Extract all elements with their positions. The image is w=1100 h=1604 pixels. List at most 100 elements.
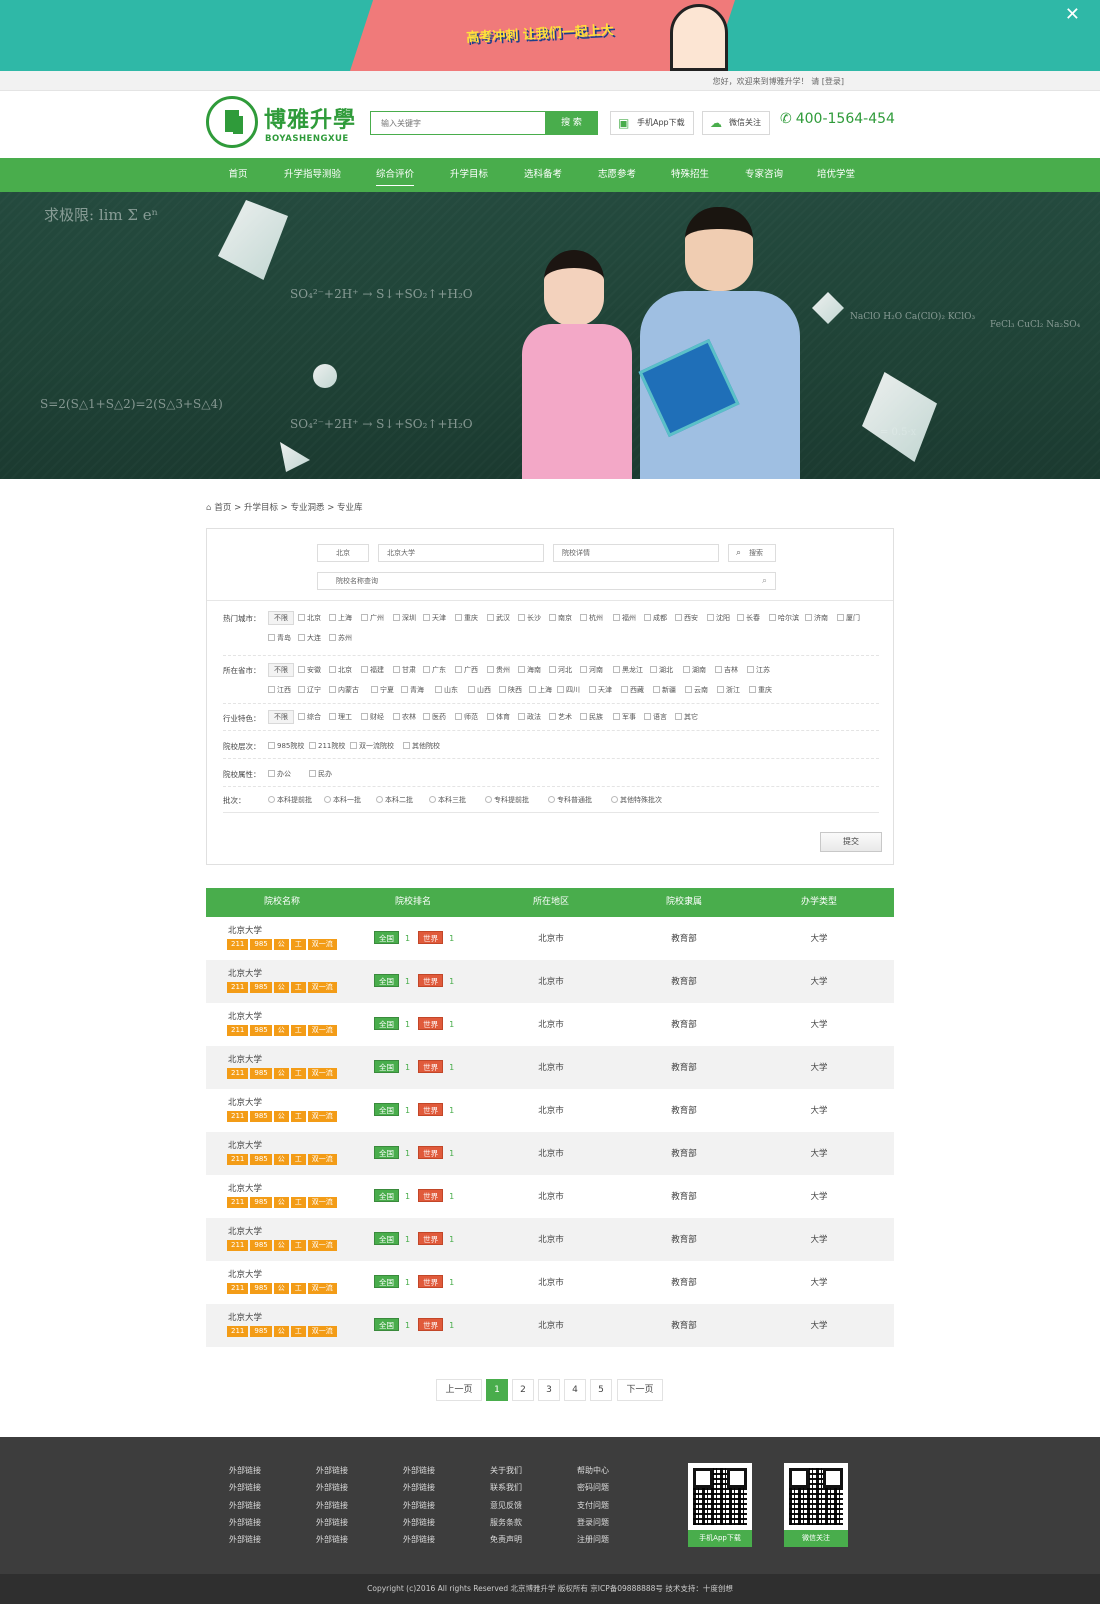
filter-search-button[interactable]: ⌕ 搜索 (728, 544, 776, 562)
province-option[interactable]: 江西 (268, 685, 291, 695)
nav-expert[interactable]: 专家咨询 (745, 158, 783, 192)
footer-link[interactable]: 免责声明 (490, 1531, 522, 1548)
province-option[interactable]: 湖北 (650, 665, 673, 675)
welcome-text[interactable]: 您好，欢迎来到博雅升学！ 请 [登录] (713, 76, 844, 87)
nav-target[interactable]: 升学目标 (450, 158, 488, 192)
school-name[interactable]: 北京大学 (228, 1225, 262, 1237)
footer-link[interactable]: 外部链接 (403, 1497, 435, 1514)
province-option[interactable]: 宁夏 (371, 685, 394, 695)
school-query-input[interactable]: 院校名称查询 ⌕ (317, 572, 776, 590)
qr-wechat[interactable]: 微信关注 (784, 1463, 848, 1547)
hotcity-option[interactable]: 广州 (361, 613, 384, 623)
batch-option[interactable]: 其他特殊批次 (611, 795, 662, 805)
footer-link[interactable]: 服务条款 (490, 1514, 522, 1531)
school-name[interactable]: 北京大学 (228, 924, 262, 936)
school-name[interactable]: 北京大学 (228, 1268, 262, 1280)
province-option[interactable]: 天津 (589, 685, 612, 695)
batch-option[interactable]: 本科一批 (324, 795, 361, 805)
footer-link[interactable]: 密码问题 (577, 1479, 609, 1496)
province-option[interactable]: 黑龙江 (613, 665, 643, 675)
footer-link[interactable]: 外部链接 (229, 1479, 261, 1496)
industry-none[interactable]: 不限 (268, 710, 294, 724)
footer-link[interactable]: 外部链接 (229, 1514, 261, 1531)
province-option[interactable]: 云南 (685, 685, 708, 695)
footer-link[interactable]: 意见反馈 (490, 1497, 522, 1514)
province-option[interactable]: 上海 (529, 685, 552, 695)
attr-option[interactable]: 民办 (309, 769, 332, 779)
attr-option[interactable]: 办公 (268, 769, 291, 779)
province-option[interactable]: 广西 (455, 665, 478, 675)
province-option[interactable]: 河北 (549, 665, 572, 675)
footer-link[interactable]: 联系我们 (490, 1479, 522, 1496)
footer-link[interactable]: 外部链接 (229, 1497, 261, 1514)
province-option[interactable]: 内蒙古 (329, 685, 359, 695)
industry-option[interactable]: 语言 (644, 712, 667, 722)
breadcrumb-item[interactable]: 专业洞悉 (291, 503, 325, 513)
school-name[interactable]: 北京大学 (228, 967, 262, 979)
industry-option[interactable]: 综合 (298, 712, 321, 722)
level-option[interactable]: 211院校 (309, 741, 345, 751)
nav-training[interactable]: 培优学堂 (817, 158, 855, 192)
footer-link[interactable]: 外部链接 (316, 1497, 348, 1514)
nav-guidance-test[interactable]: 升学指导测验 (284, 158, 341, 192)
batch-option[interactable]: 本科二批 (376, 795, 413, 805)
footer-link[interactable]: 登录问题 (577, 1514, 609, 1531)
level-option[interactable]: 双一流院校 (350, 741, 394, 751)
hotcity-option[interactable]: 西安 (675, 613, 698, 623)
province-option[interactable]: 河南 (580, 665, 603, 675)
breadcrumb-home[interactable]: 首页 (214, 503, 231, 513)
level-option[interactable]: 其他院校 (403, 741, 440, 751)
hotcity-option[interactable]: 天津 (423, 613, 446, 623)
nav-subject-prep[interactable]: 选科备考 (524, 158, 562, 192)
province-option[interactable]: 四川 (557, 685, 580, 695)
city-select[interactable]: 北京 (317, 544, 369, 562)
footer-link[interactable]: 外部链接 (403, 1531, 435, 1548)
hotcity-option[interactable]: 成都 (644, 613, 667, 623)
table-row[interactable]: 北京大学 211 985 公工双一流 全国 1 世界 1 北京市 教育部 大学 (206, 1261, 894, 1304)
hotcity-option[interactable]: 重庆 (455, 613, 478, 623)
prev-page-button[interactable]: 上一页 (436, 1379, 482, 1401)
school-name[interactable]: 北京大学 (228, 1311, 262, 1323)
province-option[interactable]: 福建 (361, 665, 384, 675)
province-option[interactable]: 贵州 (487, 665, 510, 675)
university-select[interactable]: 北京大学 (378, 544, 544, 562)
table-row[interactable]: 北京大学 211 985 公工双一流 全国 1 世界 1 北京市 教育部 大学 (206, 1304, 894, 1347)
wechat-follow-button[interactable]: ☁ 微信关注 (702, 111, 770, 135)
province-option[interactable]: 安徽 (298, 665, 321, 675)
province-option[interactable]: 山西 (468, 685, 491, 695)
footer-link[interactable]: 外部链接 (229, 1531, 261, 1548)
province-option[interactable]: 吉林 (715, 665, 738, 675)
footer-link[interactable]: 帮助中心 (577, 1462, 609, 1479)
industry-option[interactable]: 民族 (580, 712, 603, 722)
table-row[interactable]: 北京大学 211 985 公工双一流 全国 1 世界 1 北京市 教育部 大学 (206, 1046, 894, 1089)
nav-home[interactable]: 首页 (228, 158, 248, 192)
next-page-button[interactable]: 下一页 (617, 1379, 663, 1401)
top-promo-banner[interactable]: 高考冲刺 让我们一起上大学吧 ✕ (0, 0, 1100, 71)
industry-option[interactable]: 理工 (329, 712, 352, 722)
nav-volunteer-ref[interactable]: 志愿参考 (598, 158, 636, 192)
table-row[interactable]: 北京大学 211 985 公工双一流 全国 1 世界 1 北京市 教育部 大学 (206, 1003, 894, 1046)
hotcity-option[interactable]: 杭州 (580, 613, 603, 623)
school-name[interactable]: 北京大学 (228, 1010, 262, 1022)
hotcity-option[interactable]: 南京 (549, 613, 572, 623)
province-option[interactable]: 西藏 (621, 685, 644, 695)
industry-option[interactable]: 其它 (675, 712, 698, 722)
nav-comprehensive-eval[interactable]: 综合评价 (376, 158, 414, 192)
hotcity-option[interactable]: 苏州 (329, 633, 352, 643)
batch-option[interactable]: 专科提前批 (485, 795, 529, 805)
nav-special-enroll[interactable]: 特殊招生 (671, 158, 709, 192)
page-5[interactable]: 5 (590, 1379, 612, 1401)
page-2[interactable]: 2 (512, 1379, 534, 1401)
hotcity-option[interactable]: 沈阳 (707, 613, 730, 623)
footer-link[interactable]: 外部链接 (229, 1462, 261, 1479)
province-option[interactable]: 新疆 (653, 685, 676, 695)
province-option[interactable]: 浙江 (717, 685, 740, 695)
footer-link[interactable]: 关于我们 (490, 1462, 522, 1479)
hotcity-option[interactable]: 福州 (613, 613, 636, 623)
page-4[interactable]: 4 (564, 1379, 586, 1401)
industry-option[interactable]: 体育 (487, 712, 510, 722)
search-button[interactable]: 搜 索 (545, 111, 598, 135)
province-option[interactable]: 山东 (435, 685, 458, 695)
hotcity-option[interactable]: 武汉 (487, 613, 510, 623)
footer-link[interactable]: 外部链接 (403, 1514, 435, 1531)
